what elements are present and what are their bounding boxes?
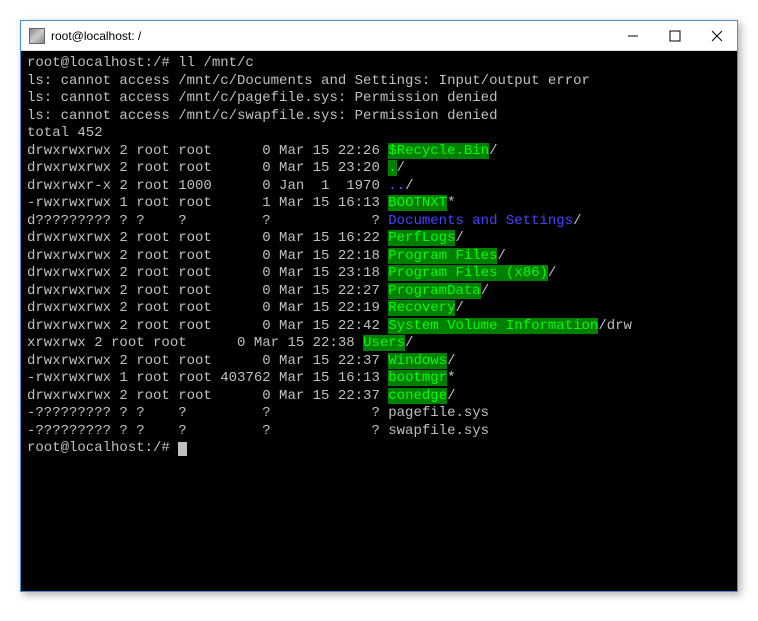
error-line: ls: cannot access /mnt/c/pagefile.sys: P…	[27, 90, 731, 108]
total-line: total 452	[27, 125, 731, 143]
listing-row: drwxrwxr-x 2 root 1000 0 Jan 1 1970 ../	[27, 178, 731, 196]
listing-row: drwxrwxrwx 2 root root 0 Mar 15 23:20 ./	[27, 160, 731, 178]
minimize-button[interactable]	[621, 24, 645, 48]
listing-row: -rwxrwxrwx 1 root root 1 Mar 15 16:13 BO…	[27, 195, 731, 213]
app-icon	[29, 28, 45, 44]
terminal-output[interactable]: root@localhost:/# ll /mnt/cls: cannot ac…	[21, 51, 737, 591]
listing-row: drwxrwxrwx 2 root root 0 Mar 15 16:22 Pe…	[27, 230, 731, 248]
error-line: ls: cannot access /mnt/c/swapfile.sys: P…	[27, 108, 731, 126]
maximize-button[interactable]	[663, 24, 687, 48]
listing-row: -????????? ? ? ? ? ? swapfile.sys	[27, 423, 731, 441]
listing-row: drwxrwxrwx 2 root root 0 Mar 15 22:18 Pr…	[27, 248, 731, 266]
listing-row: drwxrwxrwx 2 root root 0 Mar 15 22:37 co…	[27, 388, 731, 406]
listing-row: drwxrwxrwx 2 root root 0 Mar 15 23:18 Pr…	[27, 265, 731, 283]
listing-row: -????????? ? ? ? ? ? pagefile.sys	[27, 405, 731, 423]
titlebar[interactable]: root@localhost: /	[21, 21, 737, 51]
listing-row: drwxrwxrwx 2 root root 0 Mar 15 22:37 Wi…	[27, 353, 731, 371]
listing-row: d????????? ? ? ? ? ? Documents and Setti…	[27, 213, 731, 231]
listing-row: drwxrwxrwx 2 root root 0 Mar 15 22:27 Pr…	[27, 283, 731, 301]
prompt-line: root@localhost:/#	[27, 440, 731, 458]
window-controls	[621, 24, 729, 48]
close-button[interactable]	[705, 24, 729, 48]
terminal-window: root@localhost: / root@localhost:/# ll /…	[20, 20, 738, 592]
listing-row: -rwxrwxrwx 1 root root 403762 Mar 15 16:…	[27, 370, 731, 388]
prompt-line: root@localhost:/# ll /mnt/c	[27, 55, 731, 73]
cursor	[178, 442, 187, 456]
window-title: root@localhost: /	[51, 29, 621, 43]
error-line: ls: cannot access /mnt/c/Documents and S…	[27, 73, 731, 91]
listing-row: xrwxrwx 2 root root 0 Mar 15 22:38 Users…	[27, 335, 731, 353]
listing-row: drwxrwxrwx 2 root root 0 Mar 15 22:42 Sy…	[27, 318, 731, 336]
listing-row: drwxrwxrwx 2 root root 0 Mar 15 22:26 $R…	[27, 143, 731, 161]
listing-row: drwxrwxrwx 2 root root 0 Mar 15 22:19 Re…	[27, 300, 731, 318]
